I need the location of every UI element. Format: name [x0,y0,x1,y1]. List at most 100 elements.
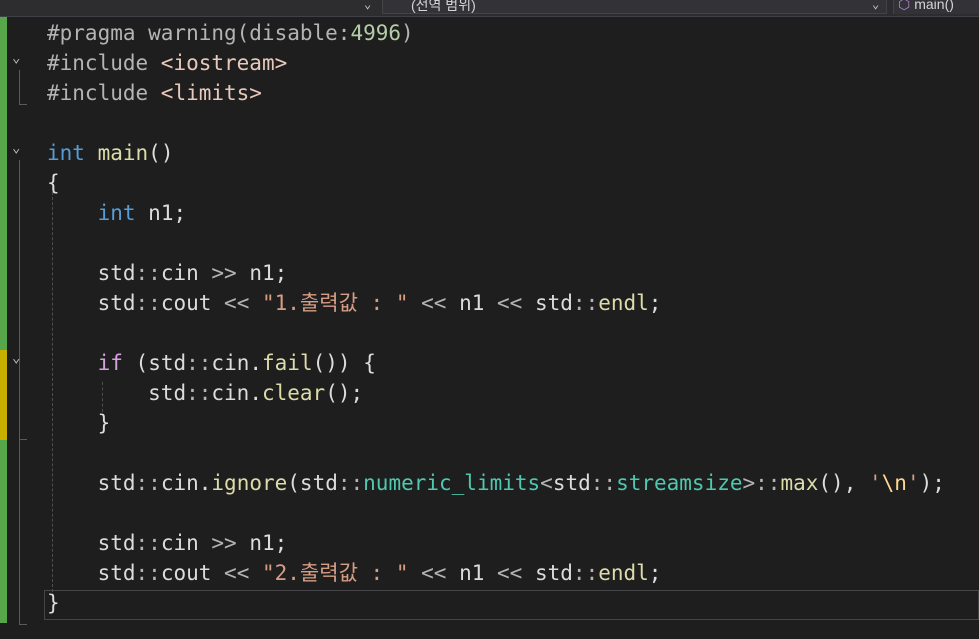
function-name: fail [262,351,313,375]
operator: << [497,291,523,315]
punctuation: ; [648,291,662,315]
operator: :: [135,261,161,285]
code-line-3[interactable]: #include <limits> [47,78,262,108]
operator: << [421,561,447,585]
chevron-down-icon[interactable]: ⌄ [872,0,879,11]
operator: << [497,561,523,585]
punctuation: , [843,471,869,495]
punctuation: () [312,351,338,375]
punctuation: ) [401,21,414,45]
code-line-7[interactable]: int n1; [47,198,187,228]
operator: >> [211,531,237,555]
code-line-14[interactable]: } [47,408,111,438]
identifier: cin [160,471,199,495]
punctuation: { [363,351,376,375]
punctuation: . [249,381,262,405]
outline-guide [19,624,27,625]
function-selector[interactable]: ⬡ main() [893,0,979,14]
operator: :: [135,291,161,315]
punctuation: ; [932,471,945,495]
code-line-20[interactable]: } [47,588,60,618]
code-line-1[interactable]: #pragma warning(disable:4996) [47,18,414,48]
namespace: std [552,471,591,495]
include-header: <limits> [160,81,262,105]
outline-guide [19,439,27,440]
identifier: cin [211,351,250,375]
namespace: std [97,291,136,315]
operator: :: [590,471,617,495]
code-line-9[interactable]: std::cin >> n1; [47,258,288,288]
change-marker-saved [0,440,7,623]
outline-guide [19,70,20,104]
code-line-5[interactable]: int main() [47,138,173,168]
string-literal: "1.출력값 : " [262,291,409,315]
operator: << [421,291,447,315]
keyword: int [47,141,85,165]
punctuation: ; [274,531,288,555]
number-literal: 4996 [350,21,402,45]
operator: > [742,471,756,495]
operator: :: [755,471,781,495]
code-line-13[interactable]: std::cin.clear(); [47,378,363,408]
punctuation: ( [287,471,300,495]
namespace: std [97,471,136,495]
keyword: int [97,201,136,225]
scope-selector-label: (전역 범위) [411,0,476,13]
collapse-chevron-icon[interactable]: ⌄ [12,140,20,156]
identifier: n1 [148,201,174,225]
namespace: std [97,261,136,285]
include-directive: #include [47,81,161,105]
identifier: cin [160,531,199,555]
operator: :: [186,351,212,375]
function-name: ignore [211,471,288,495]
code-line-16[interactable]: std::cin.ignore(std::numeric_limits<std:… [47,468,945,498]
operator: :: [135,471,161,495]
char-literal: ' [906,471,920,495]
punctuation: ) [337,351,351,375]
punctuation: } [47,591,60,615]
operator: :: [572,561,599,585]
escape-sequence: \n [881,471,907,495]
type-name: numeric_limits [363,471,541,495]
code-line-12[interactable]: if (std::cin.fail()) { [47,348,376,378]
punctuation: ; [274,261,288,285]
namespace: std [534,291,573,315]
control-keyword: if [97,351,123,375]
operator: :: [186,381,212,405]
include-directive: #include [47,51,161,75]
punctuation: . [249,351,263,375]
navigation-bar: ⌄ (전역 범위) ⌄ ⬡ main() [0,0,979,17]
operator: << [224,291,250,315]
namespace: std [148,351,187,375]
identifier: n1 [249,261,275,285]
code-line-6[interactable]: { [47,168,60,198]
punctuation: ; [648,561,662,585]
punctuation: () [818,471,844,495]
namespace: std [534,561,573,585]
function-name: clear [261,381,326,405]
collapse-chevron-icon[interactable]: ⌄ [12,350,20,366]
code-line-2[interactable]: #include <iostream> [47,48,287,78]
operator: < [540,471,553,495]
operator: :: [337,471,364,495]
code-line-10[interactable]: std::cout << "1.출력값 : " << n1 << std::en… [47,288,662,318]
punctuation: { [47,171,60,195]
collapse-chevron-icon[interactable]: ⌄ [12,50,20,66]
function-selector-label: main() [914,0,954,12]
punctuation: . [198,471,212,495]
punctuation: ; [350,381,364,405]
include-header: <iostream> [160,51,288,75]
function-name: endl [598,291,649,315]
punctuation: () [148,141,174,165]
scope-selector[interactable]: (전역 범위) [382,0,887,14]
outline-guide [19,160,20,624]
identifier: n1 [459,291,485,315]
identifier: cout [160,561,212,585]
code-line-18[interactable]: std::cin >> n1; [47,528,288,558]
namespace: std [97,561,136,585]
identifier: cin [211,381,250,405]
code-line-19[interactable]: std::cout << "2.출력값 : " << n1 << std::en… [47,558,662,588]
chevron-down-icon[interactable]: ⌄ [364,0,371,11]
code-editor[interactable]: ⌄ ⌄ ⌄ #pragma warning(disable:4996) #inc… [0,17,979,639]
identifier: cout [160,291,212,315]
